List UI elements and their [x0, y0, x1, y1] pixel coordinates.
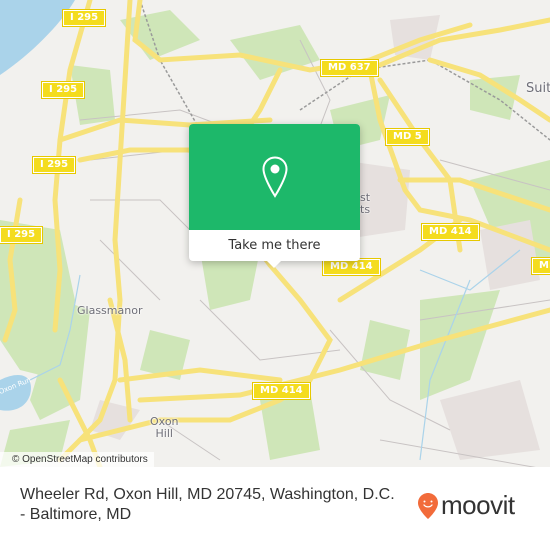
place-label-forest-heights-line2: ts: [360, 203, 371, 216]
road-shield-md637: MD 637: [320, 59, 379, 77]
road-shield-i295: I 295: [40, 81, 86, 99]
road-shield-md414: MD 414: [252, 382, 311, 400]
road-shield-md5: MD 5: [385, 128, 430, 146]
address-text: Wheeler Rd, Oxon Hill, MD 20745, Washing…: [20, 486, 395, 523]
moovit-pin-icon: [418, 492, 438, 519]
footer: Wheeler Rd, Oxon Hill, MD 20745, Washing…: [0, 467, 550, 550]
place-label-forest-heights: st ts: [360, 192, 370, 216]
road-shield-i295: I 295: [61, 9, 107, 27]
map-view[interactable]: I 295 I 295 I 295 I 295 MD 637 MD 5 MD 4…: [0, 0, 550, 467]
popup-pointer: [267, 261, 281, 268]
road-shield-i295: I 295: [31, 156, 77, 174]
road-shield-md414: MD 414: [421, 223, 480, 241]
place-label-oxon-hill-line2: Hill: [155, 427, 173, 440]
moovit-logo: moovit: [417, 490, 515, 521]
destination-popup[interactable]: Take me there: [189, 124, 360, 268]
road-shield-md414: MD 414: [322, 258, 381, 276]
brand-name: moovit: [441, 490, 515, 520]
popup-header: [189, 124, 360, 230]
map-attribution[interactable]: © OpenStreetMap contributors: [0, 452, 154, 467]
road-shield-md414-partial: MD: [530, 257, 550, 275]
place-label-glassmanor: Glassmanor: [77, 304, 143, 317]
road-shield-i295: I 295: [0, 226, 44, 244]
place-label-oxon-hill: Oxon Hill: [150, 416, 179, 440]
place-label-suitland: Suit: [526, 81, 550, 96]
take-me-there-button[interactable]: Take me there: [189, 230, 360, 261]
map-pin-icon: [261, 156, 288, 198]
